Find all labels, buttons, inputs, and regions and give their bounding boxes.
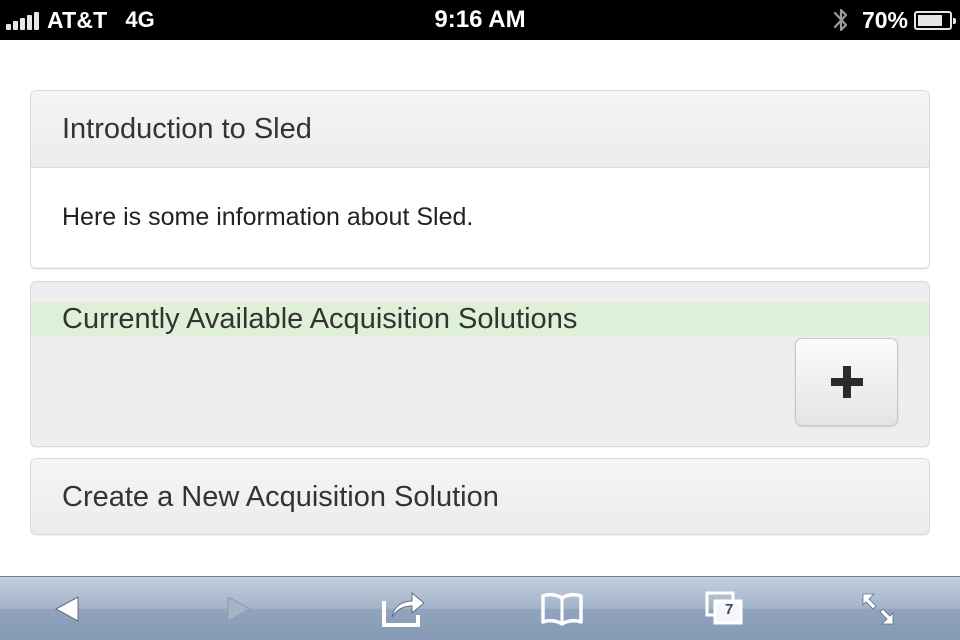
page-content: Introduction to Sled Here is some inform… (0, 40, 960, 576)
share-button[interactable] (364, 577, 444, 640)
status-bar: AT&T 4G 9:16 AM 70% (0, 0, 960, 40)
browser-toolbar: 7 (0, 576, 960, 640)
bookmarks-book-icon (541, 592, 583, 626)
battery-percent: 70% (861, 6, 908, 33)
add-solution-button[interactable] (795, 338, 898, 426)
intro-panel: Introduction to Sled Here is some inform… (30, 90, 930, 269)
forward-arrow-icon (227, 596, 252, 622)
bookmarks-button[interactable] (522, 577, 602, 640)
tabs-count: 7 (725, 601, 734, 618)
back-button[interactable] (27, 577, 107, 640)
forward-button[interactable] (199, 577, 279, 640)
status-right: 70% (830, 0, 956, 40)
bluetooth-icon (833, 8, 848, 32)
intro-panel-body: Here is some information about Sled. (31, 167, 929, 267)
create-solution-heading[interactable]: Create a New Acquisition Solution (31, 459, 929, 534)
tabs-button[interactable]: 7 (685, 577, 765, 640)
battery-level (918, 14, 942, 26)
fullscreen-button[interactable] (838, 577, 918, 640)
back-arrow-icon (54, 596, 79, 622)
share-icon (382, 591, 425, 627)
battery-icon (914, 10, 956, 30)
plus-icon (830, 366, 863, 398)
intro-panel-heading[interactable]: Introduction to Sled (31, 91, 929, 167)
fullscreen-icon (862, 593, 894, 625)
status-time: 9:16 AM (434, 6, 526, 33)
available-solutions-heading[interactable]: Currently Available Acquisition Solution… (31, 302, 929, 336)
available-solutions-panel: Currently Available Acquisition Solution… (30, 281, 930, 447)
create-solution-panel: Create a New Acquisition Solution (30, 458, 930, 535)
